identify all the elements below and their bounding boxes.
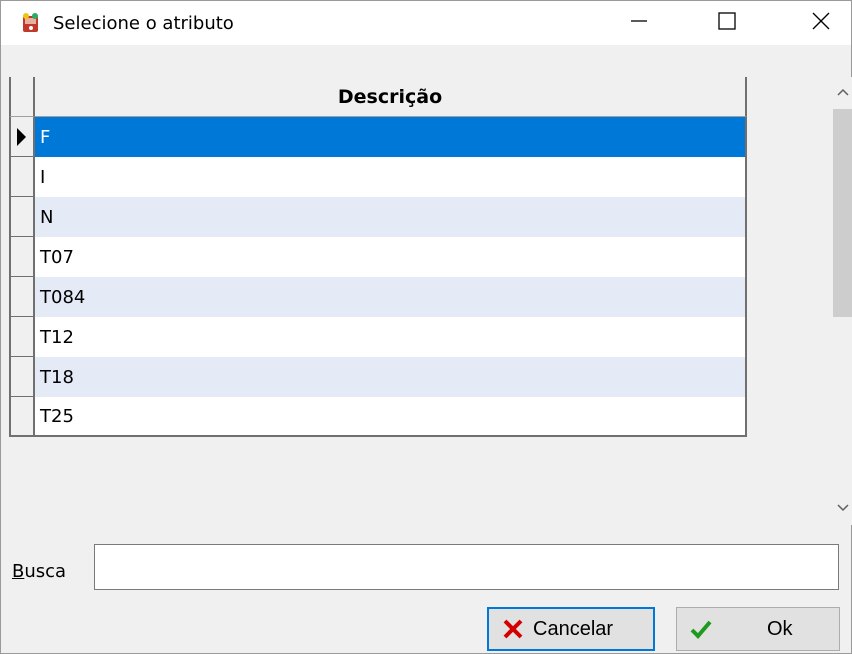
current-row-arrow-icon [17,128,26,146]
table-cell[interactable]: T12 [35,317,747,357]
grid-header: Descrição [9,77,747,117]
maximize-button[interactable] [697,1,757,45]
row-indicator [9,397,35,437]
chevron-down-icon [836,500,850,518]
ok-button-label: Ok [767,617,793,640]
row-indicator [9,157,35,197]
scroll-thumb[interactable] [833,109,852,317]
minimize-icon [629,11,649,36]
chevron-up-icon [836,84,850,102]
table-cell[interactable]: N [35,197,747,237]
grid-rows: F I N T07 T084 T12 T18 T25 [9,117,747,437]
table-row[interactable]: T07 [9,237,747,277]
window-title: Selecione o atributo [53,13,234,34]
table-cell[interactable]: F [35,117,747,157]
table-row[interactable]: T12 [9,317,747,357]
search-label: Busca [12,561,66,582]
cancel-x-icon [501,617,525,641]
app-icon [19,12,43,34]
table-cell[interactable]: I [35,157,747,197]
ok-button[interactable]: Ok [676,607,840,651]
table-row[interactable]: F [9,117,747,157]
close-button[interactable] [791,1,851,45]
scroll-down-button[interactable] [833,493,852,525]
table-row[interactable]: N [9,197,747,237]
close-icon [811,11,831,36]
search-label-accelerator: B [12,561,25,582]
search-input[interactable] [94,544,839,590]
maximize-icon [717,11,737,36]
vertical-scrollbar[interactable] [833,77,852,525]
cancel-button-label: Cancelar [533,617,614,640]
table-cell[interactable]: T084 [35,277,747,317]
table-cell[interactable]: T07 [35,237,747,277]
dialog-window: Selecione o atributo Descrição F I N T07… [0,0,852,654]
row-indicator [9,237,35,277]
scroll-up-button[interactable] [833,77,852,109]
row-indicator [9,197,35,237]
minimize-button[interactable] [609,1,669,45]
table-cell[interactable]: T25 [35,397,747,437]
row-indicator [9,357,35,397]
row-indicator [9,317,35,357]
search-label-text: usca [24,561,67,582]
checkmark-icon [689,617,713,641]
cancel-button[interactable]: Cancelar [487,607,655,651]
table-cell[interactable]: T18 [35,357,747,397]
table-row[interactable]: T18 [9,357,747,397]
column-header-descricao[interactable]: Descrição [35,77,747,117]
table-row[interactable]: I [9,157,747,197]
row-indicator [9,117,35,157]
title-bar[interactable]: Selecione o atributo [1,1,851,45]
row-indicator-header [9,77,35,117]
table-row[interactable]: T25 [9,397,747,437]
row-indicator [9,277,35,317]
table-row[interactable]: T084 [9,277,747,317]
